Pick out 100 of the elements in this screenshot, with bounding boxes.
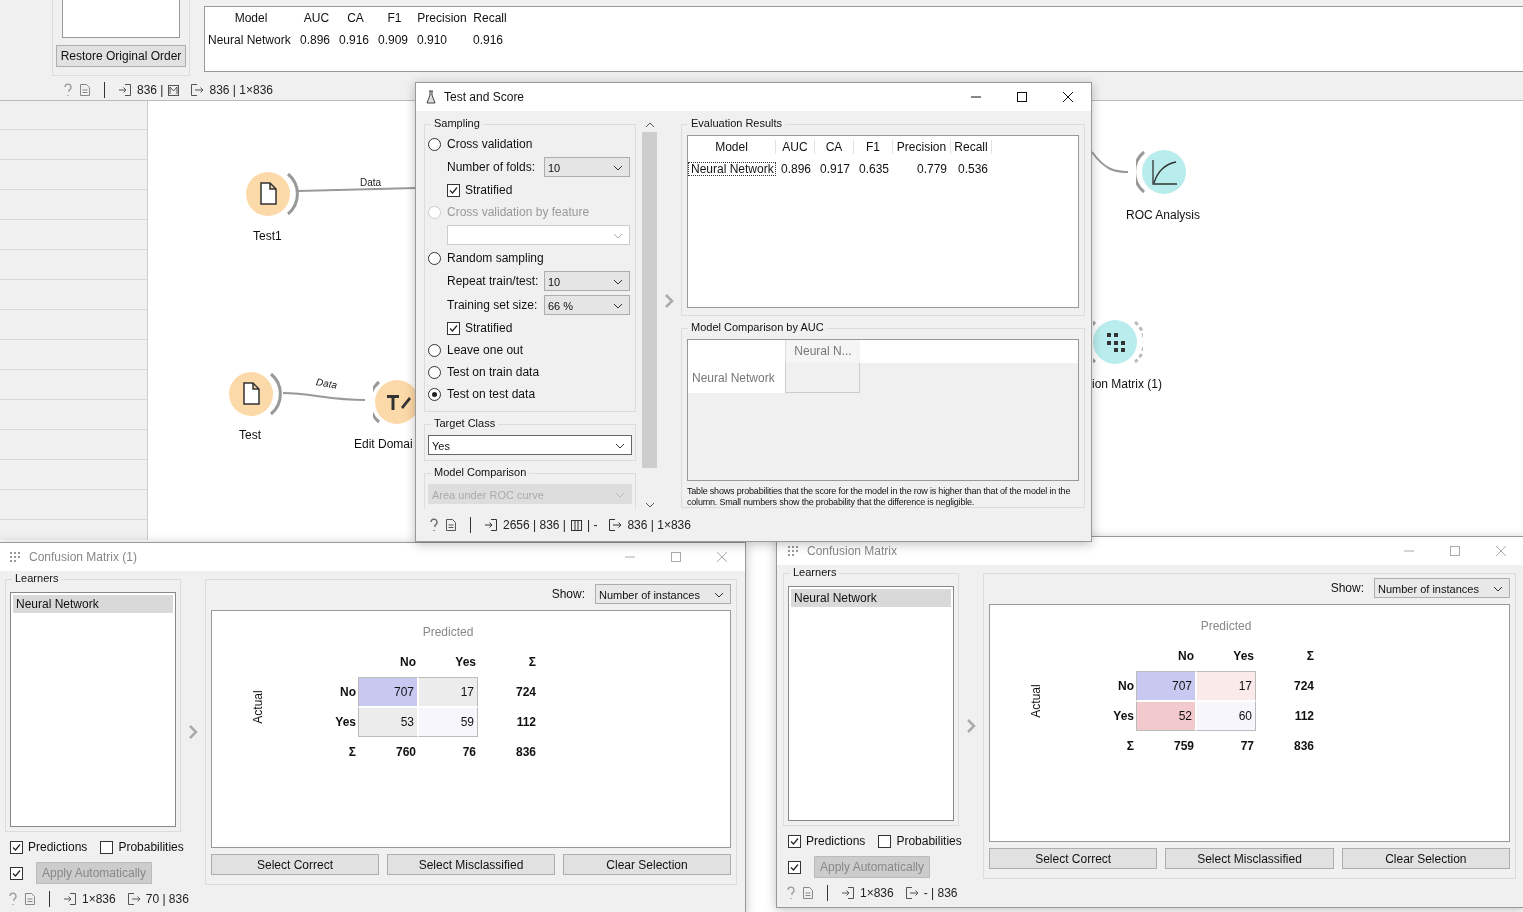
axis-label: Actual bbox=[1029, 684, 1043, 718]
checkbox[interactable] bbox=[447, 321, 460, 335]
axis-label: Predicted bbox=[1199, 619, 1253, 633]
document-icon[interactable] bbox=[445, 518, 457, 532]
matrix-cell[interactable]: 53 bbox=[358, 707, 418, 737]
checkbox[interactable] bbox=[100, 840, 114, 854]
chevron-down-icon bbox=[613, 303, 623, 309]
chevron-down-icon bbox=[1493, 586, 1503, 592]
column-header[interactable]: Precision bbox=[414, 11, 470, 25]
table-cell-text: 0.896 bbox=[779, 162, 812, 176]
dropdown[interactable]: 10 bbox=[544, 157, 630, 177]
grid-dots-icon bbox=[787, 545, 799, 557]
table-cell-text: 0.536 bbox=[956, 162, 989, 176]
help-icon[interactable] bbox=[428, 518, 440, 532]
matrix-cell[interactable]: 59 bbox=[418, 707, 478, 737]
table-cell-text: 0.635 bbox=[857, 162, 890, 176]
column-header[interactable]: Recall bbox=[470, 11, 510, 25]
column-header[interactable]: Recall bbox=[951, 140, 992, 154]
column-header[interactable]: Precision bbox=[893, 140, 951, 154]
checkbox[interactable] bbox=[878, 834, 892, 848]
output-summary: 70 | 836 bbox=[145, 892, 189, 906]
dropdown[interactable]: 10 bbox=[544, 271, 630, 291]
row-header: Yes bbox=[1112, 709, 1135, 723]
checkbox-label: Probabilities bbox=[118, 840, 184, 854]
column-header[interactable]: Model bbox=[688, 140, 776, 154]
radio-button[interactable] bbox=[428, 365, 441, 379]
document-icon[interactable] bbox=[79, 83, 91, 97]
document-icon[interactable] bbox=[24, 892, 36, 906]
column-header[interactable]: AUC bbox=[297, 11, 336, 25]
selection-button[interactable]: Clear Selection bbox=[563, 854, 731, 875]
chevron-down-icon bbox=[613, 233, 623, 239]
checkbox[interactable] bbox=[10, 840, 23, 854]
target-class-dropdown[interactable]: Yes bbox=[428, 435, 632, 455]
row-total: 724 bbox=[1292, 679, 1315, 693]
matrix-cell[interactable]: 52 bbox=[1136, 701, 1196, 731]
dropdown[interactable]: 66 % bbox=[544, 295, 630, 315]
column-total: 760 bbox=[394, 745, 417, 759]
window-title: Test and Score bbox=[444, 90, 525, 104]
scroll-down-icon[interactable] bbox=[644, 502, 655, 509]
matrix-cell[interactable]: 707 bbox=[1136, 671, 1196, 701]
learners-list[interactable]: Neural Network bbox=[10, 592, 176, 827]
matrix-cell[interactable]: 17 bbox=[418, 677, 478, 707]
output-summary: 836 | 1×836 bbox=[627, 518, 691, 532]
input-summary: 1×836 bbox=[82, 892, 116, 906]
input-icon bbox=[484, 518, 498, 532]
group-title: Learners bbox=[790, 566, 840, 578]
input-summary: 2656 | 836 | bbox=[503, 518, 566, 532]
selection-button[interactable]: Select Misclassified bbox=[1165, 848, 1334, 869]
input-icon bbox=[63, 892, 77, 906]
list-item[interactable]: Neural Network bbox=[13, 595, 173, 613]
selection-button[interactable]: Select Misclassified bbox=[387, 854, 555, 875]
column-header[interactable]: AUC bbox=[776, 140, 815, 154]
checkbox[interactable] bbox=[788, 860, 801, 874]
show-dropdown[interactable]: Number of instances bbox=[595, 584, 731, 604]
checkbox-label: Stratified bbox=[465, 321, 513, 335]
radio-button[interactable] bbox=[428, 251, 441, 265]
row-total: 724 bbox=[514, 685, 537, 699]
column-header: No bbox=[1177, 649, 1195, 663]
restore-order-button[interactable]: Restore Original Order bbox=[55, 45, 187, 67]
column-header[interactable]: CA bbox=[815, 140, 854, 154]
input-summary: 836 | bbox=[137, 83, 164, 97]
matrix-cell[interactable]: 17 bbox=[1196, 671, 1256, 701]
column-header[interactable]: F1 bbox=[375, 11, 414, 25]
document-icon[interactable] bbox=[802, 886, 814, 900]
row-header: Neural Network bbox=[688, 363, 785, 393]
list-item[interactable]: Neural Network bbox=[791, 589, 951, 607]
window-title: Confusion Matrix bbox=[807, 544, 898, 558]
group-title: Model Comparison bbox=[431, 466, 530, 478]
list-box[interactable] bbox=[62, 0, 180, 38]
checkbox[interactable] bbox=[447, 183, 460, 197]
checkbox-label: Probabilities bbox=[896, 834, 962, 848]
show-dropdown[interactable]: Number of instances bbox=[1374, 578, 1510, 598]
output-summary: - | 836 bbox=[923, 886, 958, 900]
column-header[interactable]: CA bbox=[336, 11, 375, 25]
radio-button[interactable] bbox=[428, 343, 441, 357]
checkbox-label: Predictions bbox=[28, 840, 88, 854]
option-label: Cross validation by feature bbox=[447, 205, 590, 219]
learners-list[interactable]: Neural Network bbox=[788, 586, 954, 821]
selection-button[interactable]: Select Correct bbox=[211, 854, 379, 875]
radio-button[interactable] bbox=[428, 387, 441, 401]
chevron-down-icon bbox=[615, 443, 625, 449]
selection-button[interactable]: Select Correct bbox=[989, 848, 1158, 869]
chevron-down-icon bbox=[613, 279, 623, 285]
scroll-up-icon[interactable] bbox=[644, 121, 655, 128]
column-header[interactable]: F1 bbox=[854, 140, 893, 154]
column-header: No bbox=[399, 655, 417, 669]
node-label: ion Matrix (1) bbox=[1092, 377, 1162, 391]
field-label: Training set size: bbox=[447, 298, 539, 312]
matrix-cell[interactable]: 60 bbox=[1196, 701, 1256, 731]
checkbox[interactable] bbox=[788, 834, 801, 848]
selection-button[interactable]: Clear Selection bbox=[1341, 848, 1510, 869]
field-label: Repeat train/test: bbox=[447, 274, 539, 288]
column-header[interactable]: Model bbox=[205, 11, 297, 25]
matrix-cell[interactable]: 707 bbox=[358, 677, 418, 707]
column-header: Yes bbox=[1232, 649, 1255, 663]
show-label: Show: bbox=[1330, 581, 1364, 595]
link-label: Data bbox=[315, 376, 338, 391]
checkbox[interactable] bbox=[10, 866, 23, 880]
table-cell: Neural Network bbox=[688, 162, 776, 176]
radio-button[interactable] bbox=[428, 137, 441, 151]
